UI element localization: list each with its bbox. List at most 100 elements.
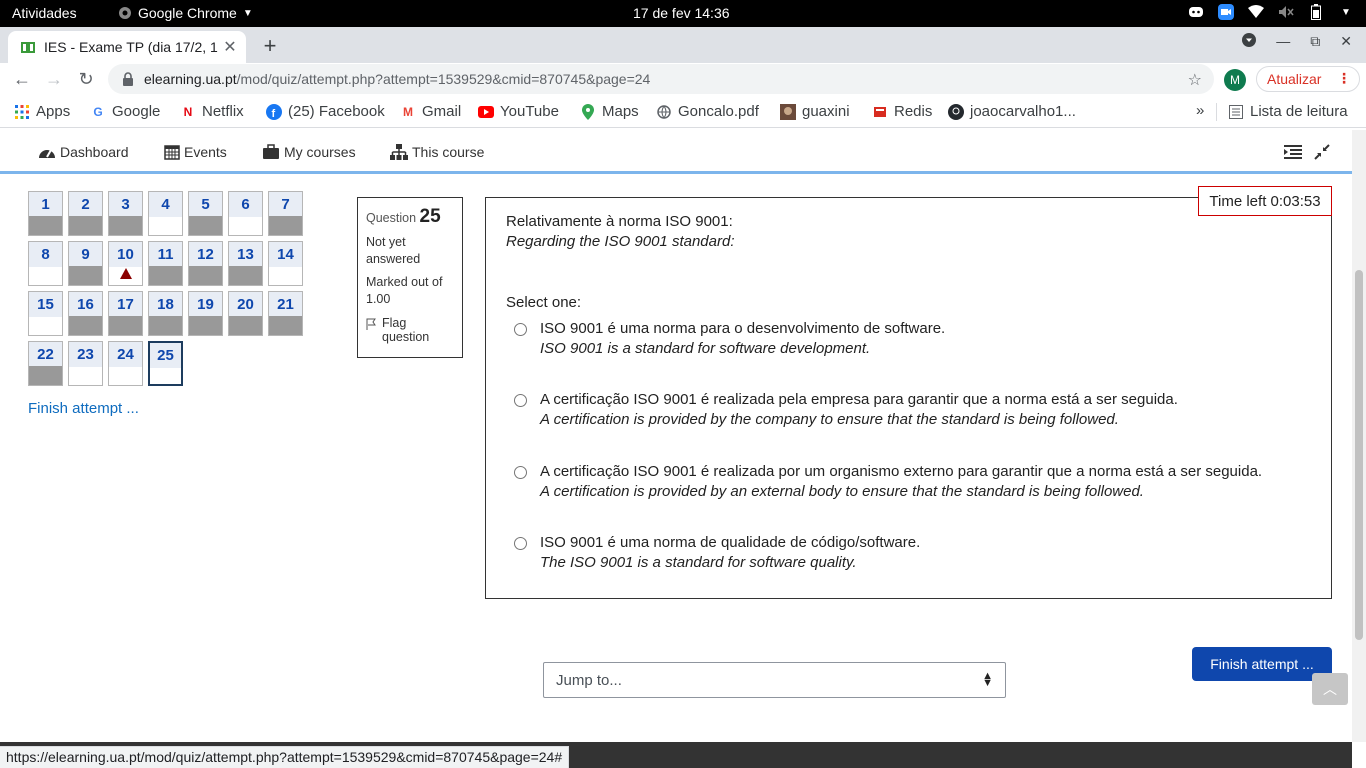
- question-nav-button-9[interactable]: 9: [68, 241, 103, 286]
- finish-attempt-button[interactable]: Finish attempt ...: [1192, 647, 1332, 681]
- question-nav-button-18[interactable]: 18: [148, 291, 183, 336]
- bookmark-star-icon[interactable]: ☆: [1188, 70, 1202, 90]
- update-button[interactable]: Atualizar ⋮: [1256, 66, 1360, 92]
- bookmark-gmail[interactable]: M Gmail: [400, 103, 461, 120]
- nav-dashboard[interactable]: Dashboard: [38, 144, 129, 160]
- question-nav-button-22[interactable]: 22: [28, 341, 63, 386]
- finish-attempt-link[interactable]: Finish attempt ...: [28, 400, 139, 417]
- scrollbar-thumb[interactable]: [1355, 270, 1363, 640]
- question-nav-button-10[interactable]: 10: [108, 241, 143, 286]
- back-arrow-icon[interactable]: ←: [10, 67, 34, 91]
- flag-question-toggle[interactable]: Flag question: [366, 316, 454, 344]
- app-menu[interactable]: Google Chrome ▼: [118, 5, 253, 21]
- question-nav-button-23[interactable]: 23: [68, 341, 103, 386]
- question-nav-number: 13: [237, 246, 254, 263]
- question-nav-button-2[interactable]: 2: [68, 191, 103, 236]
- question-nav-button-19[interactable]: 19: [188, 291, 223, 336]
- bookmark-goncalo-pdf[interactable]: Goncalo.pdf: [656, 103, 759, 120]
- activities-button[interactable]: Atividades: [12, 5, 77, 21]
- profile-avatar[interactable]: M: [1224, 69, 1246, 91]
- radio-button[interactable]: [514, 394, 527, 407]
- answer-option[interactable]: ISO 9001 é uma norma para o desenvolvime…: [514, 319, 945, 359]
- question-nav-button-24[interactable]: 24: [108, 341, 143, 386]
- github-icon: [948, 103, 964, 120]
- question-nav-number: 8: [41, 246, 50, 263]
- divider: [1216, 103, 1217, 121]
- question-nav-button-16[interactable]: 16: [68, 291, 103, 336]
- question-nav-button-5[interactable]: 5: [188, 191, 223, 236]
- wifi-icon[interactable]: [1248, 4, 1264, 20]
- option-text-pt: A certificação ISO 9001 é realizada por …: [540, 463, 1263, 480]
- question-nav-button-12[interactable]: 12: [188, 241, 223, 286]
- question-nav-button-21[interactable]: 21: [268, 291, 303, 336]
- answer-option[interactable]: ISO 9001 é uma norma de qualidade de cód…: [514, 533, 920, 573]
- restore-icon[interactable]: ⧉: [1310, 33, 1320, 50]
- back-to-top-button[interactable]: ︿: [1312, 673, 1348, 705]
- moodle-navbar: Dashboard Events My courses This course: [0, 130, 1352, 174]
- question-nav-button-8[interactable]: 8: [28, 241, 63, 286]
- new-tab-button[interactable]: +: [260, 33, 280, 59]
- nav-this-course[interactable]: This course: [390, 144, 484, 160]
- option-text-pt: ISO 9001 é uma norma de qualidade de cód…: [540, 534, 921, 551]
- address-bar[interactable]: elearning.ua.pt/mod/quiz/attempt.php?att…: [108, 64, 1214, 94]
- more-bookmarks-icon[interactable]: »: [1196, 102, 1204, 119]
- bookmark-guaxini[interactable]: guaxini: [780, 103, 850, 120]
- jump-to-select[interactable]: Jump to... ▲ ▼: [543, 662, 1006, 698]
- collapse-fullscreen-icon[interactable]: [1314, 144, 1332, 160]
- bookmark-redis[interactable]: Redis: [872, 103, 932, 120]
- block-drawer-toggle-icon[interactable]: [1284, 144, 1302, 160]
- question-nav-button-13[interactable]: 13: [228, 241, 263, 286]
- bookmark-maps[interactable]: Maps: [580, 103, 639, 120]
- close-icon[interactable]: ✕: [222, 37, 238, 57]
- netflix-icon: N: [183, 104, 193, 119]
- clock[interactable]: 17 de fev 14:36: [633, 5, 730, 21]
- window-controls: — ⧉ ✕: [1242, 33, 1352, 50]
- apps-grid-icon: [14, 104, 30, 120]
- tab-active[interactable]: IES - Exame TP (dia 17/2, 1 ✕: [8, 31, 246, 63]
- system-tray[interactable]: ▼: [1188, 4, 1354, 20]
- question-nav-button-14[interactable]: 14: [268, 241, 303, 286]
- question-nav-button-15[interactable]: 15: [28, 291, 63, 336]
- flag-outline-icon: [366, 318, 376, 330]
- question-nav-button-1[interactable]: 1: [28, 191, 63, 236]
- bookmark-github[interactable]: joaocarvalho1...: [948, 103, 1076, 120]
- calendar-icon: [164, 145, 180, 160]
- question-nav-button-20[interactable]: 20: [228, 291, 263, 336]
- radio-button[interactable]: [514, 323, 527, 336]
- answer-option[interactable]: A certificação ISO 9001 é realizada pela…: [514, 390, 1178, 430]
- lock-icon[interactable]: [120, 71, 136, 87]
- question-nav-number: 24: [117, 346, 134, 363]
- question-nav-button-4[interactable]: 4: [148, 191, 183, 236]
- bookmark-youtube[interactable]: YouTube: [478, 103, 559, 120]
- question-nav-button-7[interactable]: 7: [268, 191, 303, 236]
- radio-button[interactable]: [514, 466, 527, 479]
- tab-search-icon[interactable]: [1242, 33, 1257, 50]
- answered-indicator: [109, 316, 142, 335]
- bookmark-label: Redis: [894, 103, 933, 120]
- bookmark-netflix[interactable]: N Netflix: [180, 103, 244, 120]
- answer-option[interactable]: A certificação ISO 9001 é realizada por …: [514, 462, 1262, 502]
- question-nav-button-6[interactable]: 6: [228, 191, 263, 236]
- minimize-icon[interactable]: —: [1276, 33, 1290, 50]
- reading-list-button[interactable]: Lista de leitura: [1228, 103, 1348, 120]
- nav-label: My courses: [284, 144, 356, 160]
- question-nav-button-3[interactable]: 3: [108, 191, 143, 236]
- discord-icon[interactable]: [1188, 4, 1204, 20]
- reload-icon[interactable]: ↻: [74, 67, 98, 91]
- forward-arrow-icon[interactable]: →: [42, 67, 66, 91]
- nav-events[interactable]: Events: [164, 144, 227, 160]
- bookmark-google[interactable]: G Google: [90, 103, 160, 120]
- nav-my-courses[interactable]: My courses: [262, 144, 356, 160]
- close-window-icon[interactable]: ✕: [1340, 33, 1352, 50]
- battery-icon[interactable]: [1308, 4, 1324, 20]
- question-nav-button-25[interactable]: 25: [148, 341, 183, 386]
- question-nav-button-11[interactable]: 11: [148, 241, 183, 286]
- chevron-down-icon[interactable]: ▼: [1338, 4, 1354, 20]
- bookmark-apps[interactable]: Apps: [14, 103, 70, 120]
- radio-button[interactable]: [514, 537, 527, 550]
- bookmark-facebook[interactable]: f (25) Facebook: [266, 103, 385, 120]
- question-nav-button-17[interactable]: 17: [108, 291, 143, 336]
- volume-muted-icon[interactable]: [1278, 4, 1294, 20]
- page-scrollbar[interactable]: [1352, 130, 1366, 742]
- zoom-icon[interactable]: [1218, 4, 1234, 20]
